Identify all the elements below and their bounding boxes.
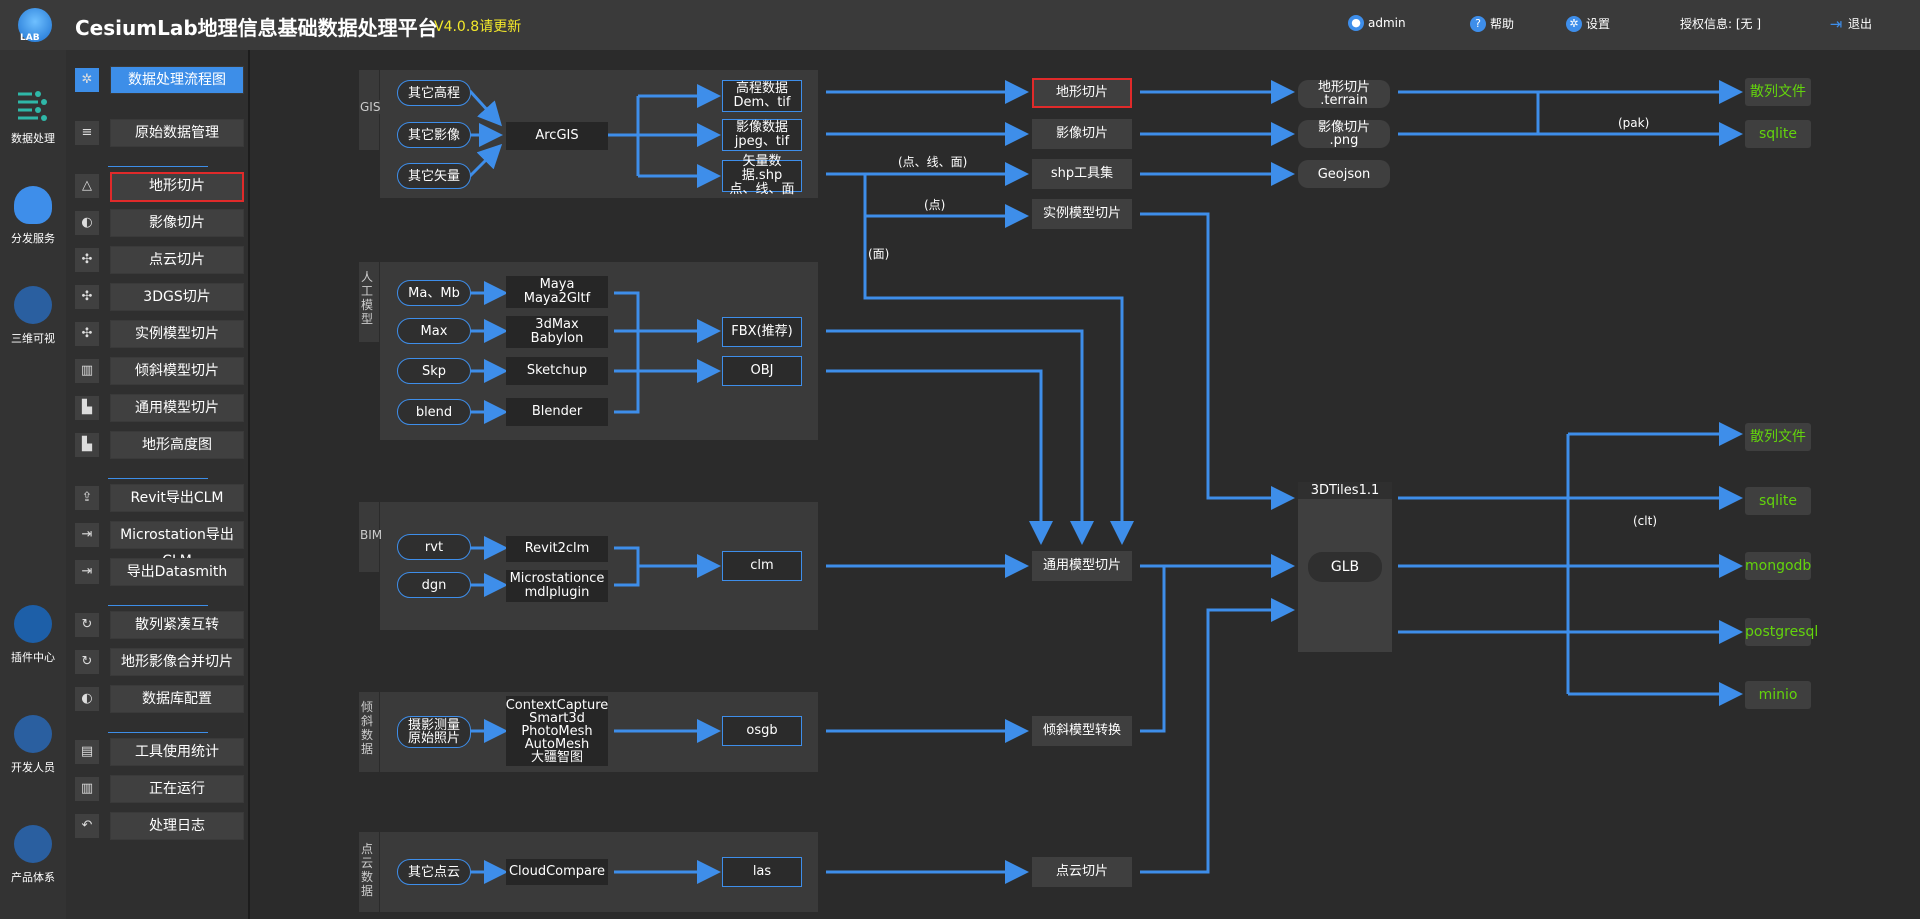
input-other-pointcloud: 其它点云 xyxy=(397,859,471,885)
glb-format: GLB xyxy=(1308,552,1382,582)
line: Blender xyxy=(531,404,583,419)
line: 原始照片 xyxy=(407,731,460,746)
manual-output-fbx: FBX(推荐) xyxy=(722,317,802,347)
input-dgn: dgn xyxy=(397,572,471,598)
input-max: Max xyxy=(397,318,471,344)
process-terrain[interactable]: 地形切片 xyxy=(1032,78,1132,108)
process-pointcloud[interactable]: 点云切片 xyxy=(1032,857,1132,887)
line: ContextCapture xyxy=(505,697,609,713)
line: Dem、tif xyxy=(733,95,791,110)
store-hash-files: 散列文件 xyxy=(1745,423,1811,451)
line: 3dMax xyxy=(535,317,579,332)
input-other-vector: 其它矢量 xyxy=(397,163,471,189)
pointcloud-output-las: las xyxy=(722,857,802,887)
tool-microstation: Microstationce mdlplugin xyxy=(506,570,608,602)
line: 矢量数据.shp xyxy=(741,154,783,183)
edge-label-point: (点) xyxy=(924,198,946,212)
tool-photogrammetry: ContextCapture Smart3d PhotoMesh AutoMesh 大疆… xyxy=(506,696,608,766)
line: 影像数据 xyxy=(735,120,788,135)
line: jpeg、tif xyxy=(734,134,790,149)
line: Smart3d xyxy=(529,710,585,726)
input-blend: blend xyxy=(397,399,471,425)
tiles-version: 3DTiles1.1 xyxy=(1298,482,1392,499)
tool-arcgis: ArcGIS xyxy=(506,122,608,150)
store-postgresql: postgresql xyxy=(1745,618,1818,646)
tool-cloudcompare: CloudCompare xyxy=(506,859,608,885)
input-other-elevation: 其它高程 xyxy=(397,80,471,106)
tool-blender: Blender xyxy=(506,398,608,426)
store-sqlite: sqlite xyxy=(1745,487,1811,515)
process-oblique[interactable]: 倾斜模型转换 xyxy=(1032,716,1132,746)
line: Maya2Gltf xyxy=(523,291,591,306)
line: Maya xyxy=(539,277,575,292)
result-terrain: 地形切片 .terrain xyxy=(1298,80,1390,108)
line: Babylon xyxy=(530,331,584,346)
line: .terrain xyxy=(1320,93,1368,108)
tool-3dmax: 3dMax Babylon xyxy=(506,316,608,348)
line: 大疆智图 xyxy=(530,749,583,765)
gis-output-elevation: 高程数据 Dem、tif xyxy=(722,80,802,112)
edge-label-plm: (点、线、面) xyxy=(898,155,968,169)
store-hash-files: 散列文件 xyxy=(1745,78,1811,106)
process-instance[interactable]: 实例模型切片 xyxy=(1032,199,1132,229)
line: mdlplugin xyxy=(524,585,590,600)
store-sqlite: sqlite xyxy=(1745,120,1811,148)
manual-output-obj: OBJ xyxy=(722,356,802,386)
edge-label-pak: (pak) xyxy=(1618,116,1650,130)
input-skp: Skp xyxy=(397,358,471,384)
line: Revit2clm xyxy=(524,541,590,556)
input-rvt: rvt xyxy=(397,534,471,560)
store-minio: minio xyxy=(1745,681,1811,709)
line: Sketchup xyxy=(526,363,588,378)
process-shp[interactable]: shp工具集 xyxy=(1032,159,1132,189)
input-photogrammetry: 摄影测量 原始照片 xyxy=(397,716,471,748)
edge-label-face: (面) xyxy=(868,247,890,261)
store-mongodb: mongodb xyxy=(1745,552,1811,580)
line: AutoMesh xyxy=(524,736,590,752)
process-general-model[interactable]: 通用模型切片 xyxy=(1032,551,1132,581)
line: Microstationce xyxy=(509,571,605,586)
flow-connectors xyxy=(468,80,1743,884)
line: .png xyxy=(1329,133,1359,148)
tool-revit2clm: Revit2clm xyxy=(506,536,608,562)
input-other-imagery: 其它影像 xyxy=(397,122,471,148)
bim-output-clm: clm xyxy=(722,551,802,581)
line: PhotoMesh xyxy=(521,723,593,739)
edge-label-clt: (clt) xyxy=(1633,514,1657,528)
oblique-output-osgb: osgb xyxy=(722,716,802,746)
input-ma-mb: Ma、Mb xyxy=(397,280,471,306)
gis-output-imagery: 影像数据 jpeg、tif xyxy=(722,119,802,151)
line: 点、线、面 xyxy=(729,182,795,197)
result-imagery: 影像切片 .png xyxy=(1298,120,1390,148)
result-3dtiles: 3DTiles1.1 GLB xyxy=(1298,482,1392,652)
line: 高程数据 xyxy=(735,81,788,96)
tool-maya: Maya Maya2Gltf xyxy=(506,276,608,308)
result-geojson: Geojson xyxy=(1298,160,1390,188)
gis-output-vector: 矢量数据.shp 点、线、面 xyxy=(722,155,802,197)
tool-sketchup: Sketchup xyxy=(506,357,608,385)
process-imagery[interactable]: 影像切片 xyxy=(1032,119,1132,149)
